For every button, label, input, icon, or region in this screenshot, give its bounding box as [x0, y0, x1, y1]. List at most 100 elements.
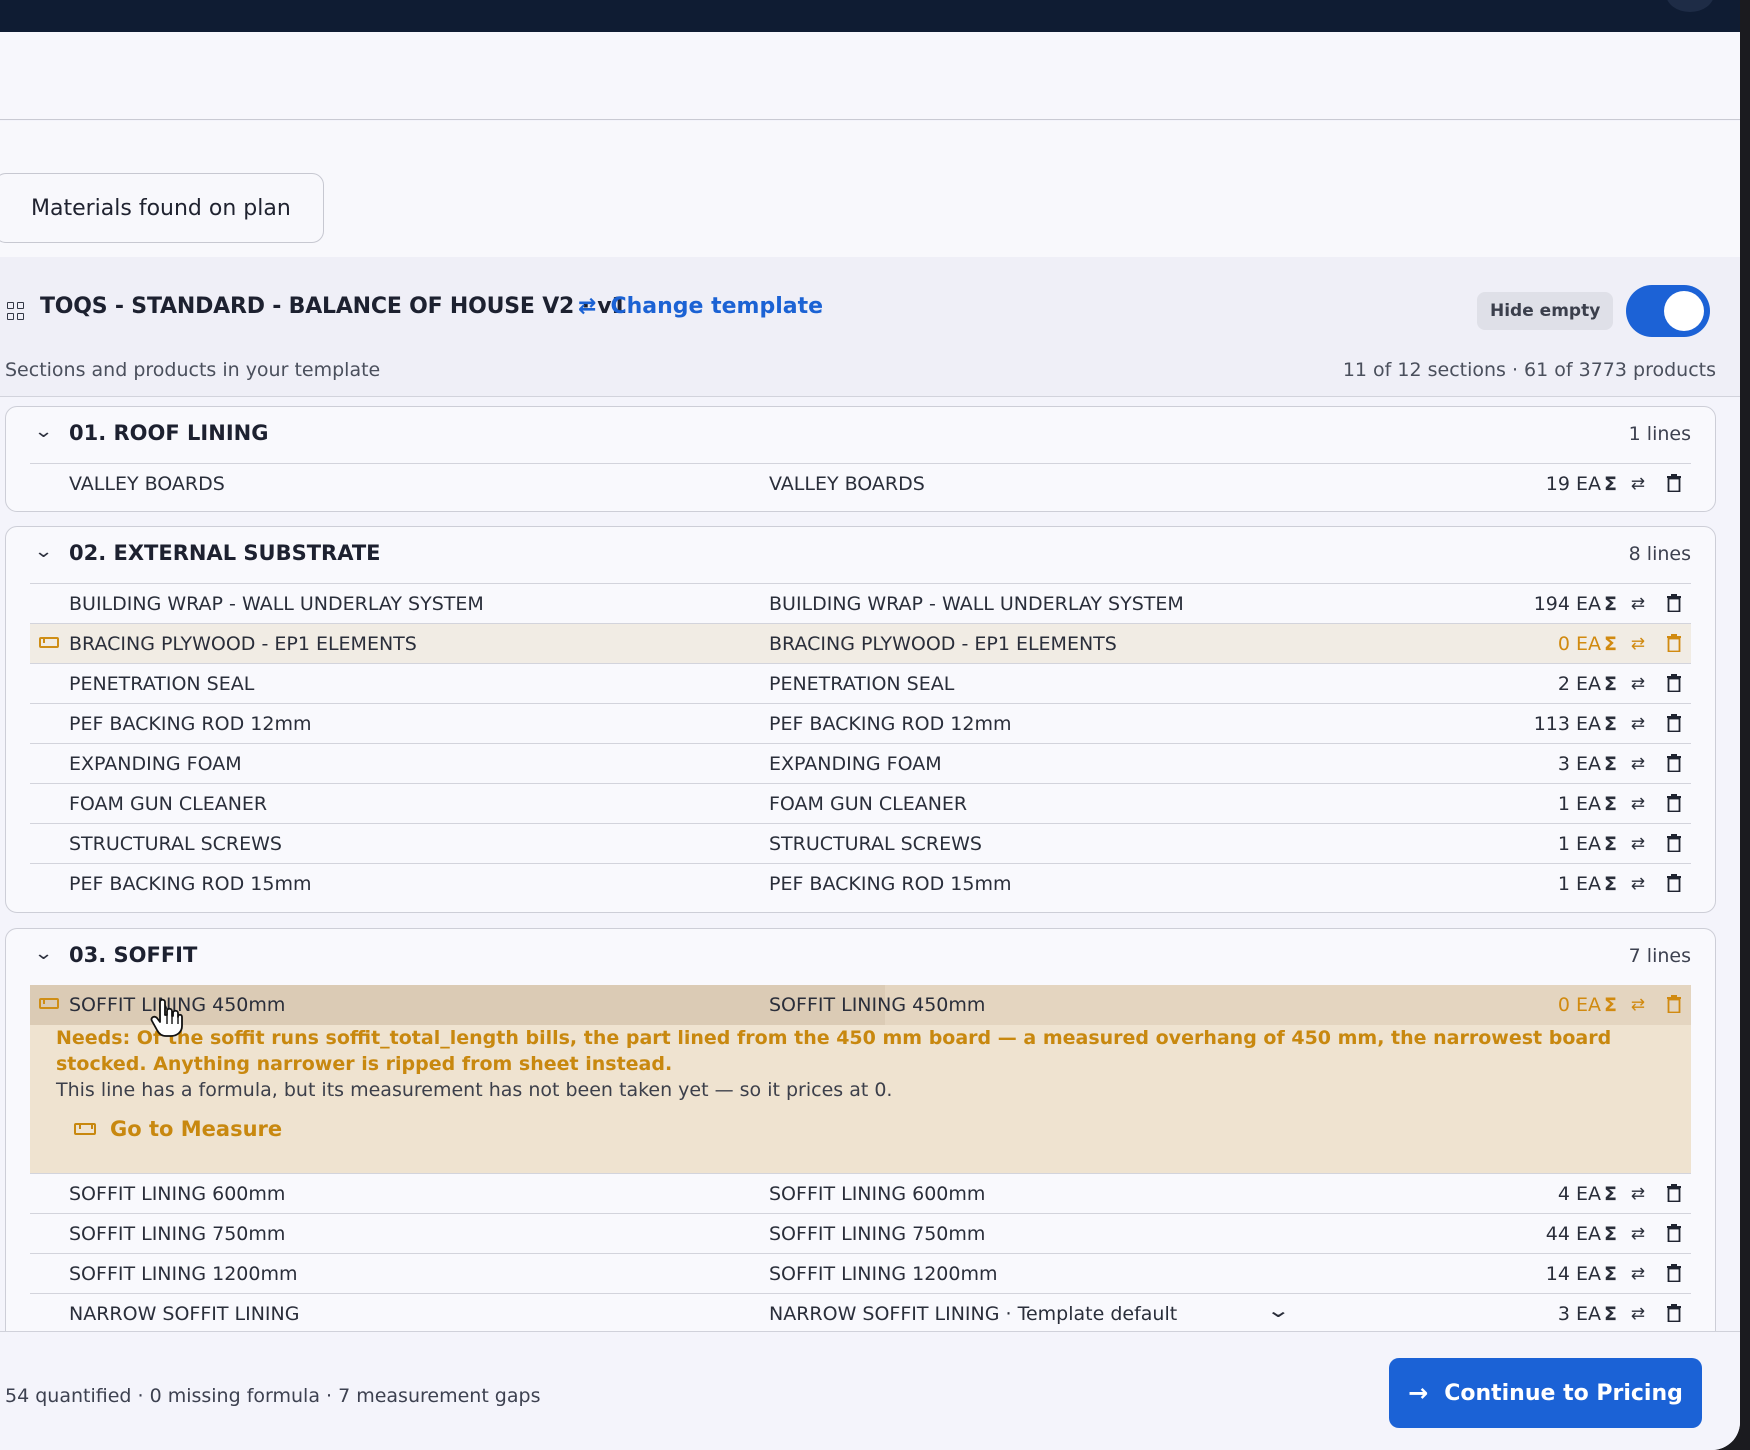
sum-icon[interactable]: Σ: [1604, 593, 1617, 615]
table-row[interactable]: SOFFIT LINING 450mm SOFFIT LINING 450mm …: [30, 985, 1691, 1025]
section-title: 01. ROOF LINING: [69, 421, 269, 445]
swap-icon[interactable]: ⇄: [1631, 754, 1645, 774]
chevron-down-icon[interactable]: ⌄: [34, 421, 54, 442]
section-line-count: 8 lines: [1628, 543, 1691, 565]
table-row[interactable]: NARROW SOFFIT LINING NARROW SOFFIT LINING…: [30, 1293, 1691, 1331]
row-name: EXPANDING FOAM: [69, 753, 242, 775]
swap-icon[interactable]: ⇄: [1631, 594, 1645, 614]
tab-materials-found[interactable]: Materials found on plan: [0, 173, 324, 243]
section-header[interactable]: ⌄ 02. EXTERNAL SUBSTRATE 8 lines: [6, 527, 1715, 583]
trash-icon[interactable]: [1667, 995, 1681, 1013]
swap-icon[interactable]: ⇄: [1631, 1224, 1645, 1244]
avatar[interactable]: [1666, 0, 1714, 12]
sum-icon[interactable]: Σ: [1604, 713, 1617, 735]
sum-icon[interactable]: Σ: [1604, 633, 1617, 655]
table-row[interactable]: BRACING PLYWOOD - EP1 ELEMENTS BRACING PL…: [30, 623, 1691, 663]
trash-icon[interactable]: [1667, 754, 1681, 772]
trash-icon[interactable]: [1667, 674, 1681, 692]
row-product[interactable]: PENETRATION SEAL: [769, 673, 954, 695]
trash-icon[interactable]: [1667, 474, 1681, 492]
section-roof-lining: ⌄ 01. ROOF LINING 1 lines VALLEY BOARDS …: [5, 406, 1716, 512]
swap-icon[interactable]: ⇄: [1631, 674, 1645, 694]
swap-icon[interactable]: ⇄: [1631, 1304, 1645, 1324]
row-name: PEF BACKING ROD 12mm: [69, 713, 312, 735]
table-row[interactable]: FOAM GUN CLEANER FOAM GUN CLEANER 1 EA Σ ⇄: [30, 783, 1691, 823]
chevron-down-icon[interactable]: ⌄: [34, 541, 54, 562]
row-qty: 0 EA Σ: [1558, 994, 1617, 1016]
go-to-measure-button[interactable]: Go to Measure: [74, 1117, 282, 1141]
table-row[interactable]: BUILDING WRAP - WALL UNDERLAY SYSTEM BUIL…: [30, 583, 1691, 623]
row-product[interactable]: VALLEY BOARDS: [769, 473, 925, 495]
row-qty: 0 EA Σ: [1558, 633, 1617, 655]
swap-icon[interactable]: ⇄: [1631, 634, 1645, 654]
table-row[interactable]: STRUCTURAL SCREWS STRUCTURAL SCREWS 1 EA Σ ⇄: [30, 823, 1691, 863]
table-row[interactable]: EXPANDING FOAM EXPANDING FOAM 3 EA Σ ⇄: [30, 743, 1691, 783]
trash-icon[interactable]: [1667, 1264, 1681, 1282]
row-product[interactable]: BUILDING WRAP - WALL UNDERLAY SYSTEM: [769, 593, 1184, 615]
swap-icon[interactable]: ⇄: [1631, 874, 1645, 894]
row-product[interactable]: SOFFIT LINING 450mm: [769, 994, 985, 1016]
row-qty: 44 EA Σ: [1546, 1223, 1617, 1245]
row-product[interactable]: FOAM GUN CLEANER: [769, 793, 967, 815]
swap-icon[interactable]: ⇄: [1631, 714, 1645, 734]
sum-icon[interactable]: Σ: [1604, 473, 1617, 495]
sections-list[interactable]: ⌄ 01. ROOF LINING 1 lines VALLEY BOARDS …: [0, 398, 1740, 1331]
swap-icon[interactable]: ⇄: [1631, 794, 1645, 814]
sum-icon[interactable]: Σ: [1604, 1263, 1617, 1285]
table-row[interactable]: PEF BACKING ROD 12mm PEF BACKING ROD 12mm…: [30, 703, 1691, 743]
hide-empty-toggle[interactable]: [1626, 285, 1710, 337]
chevron-down-icon[interactable]: ⌄: [34, 943, 54, 964]
sum-icon[interactable]: Σ: [1604, 873, 1617, 895]
swap-icon[interactable]: ⇄: [1631, 1264, 1645, 1284]
sum-icon[interactable]: Σ: [1604, 1223, 1617, 1245]
trash-icon[interactable]: [1667, 1184, 1681, 1202]
chevron-down-icon[interactable]: ⌄: [1266, 1298, 1291, 1322]
qty-value: 19 EA: [1545, 473, 1602, 495]
needs-note: Needs: Of the soffit runs soffit_total_l…: [56, 1027, 1612, 1075]
section-header[interactable]: ⌄ 01. ROOF LINING 1 lines: [6, 407, 1715, 463]
table-row[interactable]: SOFFIT LINING 600mm SOFFIT LINING 600mm 4 …: [30, 1173, 1691, 1213]
footer-status: 54 quantified · 0 missing formula · 7 me…: [5, 1385, 541, 1407]
change-template-button[interactable]: ⇄ Change template: [578, 294, 823, 319]
swap-icon[interactable]: ⇄: [1631, 995, 1645, 1015]
sum-icon[interactable]: Σ: [1604, 753, 1617, 775]
trash-icon[interactable]: [1667, 634, 1681, 652]
table-row[interactable]: PEF BACKING ROD 15mm PEF BACKING ROD 15mm…: [30, 863, 1691, 903]
swap-icon[interactable]: ⇄: [1631, 474, 1645, 494]
row-qty: 194 EA Σ: [1534, 593, 1617, 615]
trash-icon[interactable]: [1667, 1304, 1681, 1322]
table-row[interactable]: SOFFIT LINING 750mm SOFFIT LINING 750mm 44…: [30, 1213, 1691, 1253]
trash-icon[interactable]: [1667, 794, 1681, 812]
row-product[interactable]: STRUCTURAL SCREWS: [769, 833, 982, 855]
row-product[interactable]: BRACING PLYWOOD - EP1 ELEMENTS: [769, 633, 1117, 655]
section-header[interactable]: ⌄ 03. SOFFIT 7 lines: [6, 929, 1715, 985]
row-product[interactable]: PEF BACKING ROD 15mm: [769, 873, 1011, 895]
sum-icon[interactable]: Σ: [1604, 793, 1617, 815]
trash-icon[interactable]: [1667, 834, 1681, 852]
table-row[interactable]: PENETRATION SEAL PENETRATION SEAL 2 EA Σ ⇄: [30, 663, 1691, 703]
trash-icon[interactable]: [1667, 594, 1681, 612]
row-product[interactable]: PEF BACKING ROD 12mm: [769, 713, 1011, 735]
trash-icon[interactable]: [1667, 1224, 1681, 1242]
sum-icon[interactable]: Σ: [1604, 1303, 1617, 1325]
sum-icon[interactable]: Σ: [1604, 994, 1617, 1016]
swap-icon[interactable]: ⇄: [1631, 834, 1645, 854]
row-product[interactable]: NARROW SOFFIT LINING · Template default: [769, 1303, 1177, 1325]
sum-icon[interactable]: Σ: [1604, 1183, 1617, 1205]
sum-icon[interactable]: Σ: [1604, 673, 1617, 695]
sum-icon[interactable]: Σ: [1604, 833, 1617, 855]
arrow-right-icon: →: [1408, 1379, 1429, 1407]
row-product[interactable]: SOFFIT LINING 600mm: [769, 1183, 985, 1205]
swap-icon: ⇄: [578, 294, 597, 319]
row-product[interactable]: SOFFIT LINING 750mm: [769, 1223, 985, 1245]
swap-icon[interactable]: ⇄: [1631, 1184, 1645, 1204]
trash-icon[interactable]: [1667, 714, 1681, 732]
table-row-content[interactable]: SOFFIT LINING 450mm SOFFIT LINING 450mm …: [30, 985, 1691, 1025]
change-template-label: Change template: [610, 294, 824, 319]
table-row[interactable]: VALLEY BOARDS VALLEY BOARDS 19 EA Σ ⇄: [30, 463, 1691, 503]
row-product[interactable]: EXPANDING FOAM: [769, 753, 942, 775]
row-product[interactable]: SOFFIT LINING 1200mm: [769, 1263, 997, 1285]
trash-icon[interactable]: [1667, 874, 1681, 892]
table-row[interactable]: SOFFIT LINING 1200mm SOFFIT LINING 1200mm…: [30, 1253, 1691, 1293]
continue-to-pricing-button[interactable]: → Continue to Pricing: [1389, 1358, 1702, 1428]
